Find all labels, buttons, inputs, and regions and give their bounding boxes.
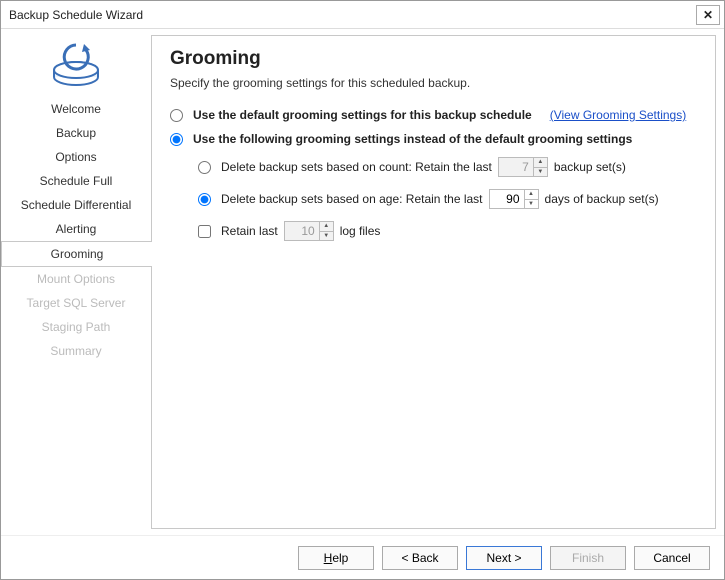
age-spinner[interactable]: ▲ ▼ <box>489 189 539 209</box>
spin-up-icon[interactable]: ▲ <box>525 190 538 200</box>
view-grooming-link[interactable]: (View Grooming Settings) <box>550 108 687 122</box>
radio-by-count[interactable] <box>198 161 211 174</box>
nav-welcome[interactable]: Welcome <box>1 97 151 121</box>
radio-use-default-label: Use the default grooming settings for th… <box>193 108 532 122</box>
wizard-window: Backup Schedule Wizard ✕ Welcome Backup … <box>0 0 725 580</box>
next-button[interactable]: Next > <box>466 546 542 570</box>
log-spin-buttons: ▲ ▼ <box>319 222 333 240</box>
nav-staging-path: Staging Path <box>1 315 151 339</box>
nav-alerting[interactable]: Alerting <box>1 217 151 241</box>
footer: Help < Back Next > Finish Cancel <box>1 535 724 579</box>
radio-use-custom[interactable] <box>170 133 183 146</box>
by-count-row: Delete backup sets based on count: Retai… <box>198 156 697 178</box>
nav-mount-options: Mount Options <box>1 267 151 291</box>
finish-button: Finish <box>550 546 626 570</box>
by-age-row: Delete backup sets based on age: Retain … <box>198 188 697 210</box>
option-custom-row: Use the following grooming settings inst… <box>170 132 697 146</box>
by-age-suffix: days of backup set(s) <box>545 192 659 206</box>
close-button[interactable]: ✕ <box>696 5 720 25</box>
log-input <box>285 222 319 240</box>
wizard-body: Welcome Backup Options Schedule Full Sch… <box>1 29 724 535</box>
age-input[interactable] <box>490 190 524 208</box>
nav-schedule-diff[interactable]: Schedule Differential <box>1 193 151 217</box>
nav-grooming[interactable]: Grooming <box>1 241 152 267</box>
radio-by-age[interactable] <box>198 193 211 206</box>
radio-use-default[interactable] <box>170 109 183 122</box>
retain-log-pre: Retain last <box>221 224 278 238</box>
cancel-button[interactable]: Cancel <box>634 546 710 570</box>
main-panel: Grooming Specify the grooming settings f… <box>151 35 716 529</box>
nav-target-sql: Target SQL Server <box>1 291 151 315</box>
back-button[interactable]: < Back <box>382 546 458 570</box>
spin-down-icon: ▼ <box>534 168 547 177</box>
nav-summary: Summary <box>1 339 151 363</box>
custom-suboptions: Delete backup sets based on count: Retai… <box>198 156 697 242</box>
log-spinner: ▲ ▼ <box>284 221 334 241</box>
spin-up-icon: ▲ <box>534 158 547 168</box>
close-icon: ✕ <box>703 8 713 22</box>
retain-log-checkbox[interactable] <box>198 225 211 238</box>
by-count-prefix: Delete backup sets based on count: Retai… <box>221 160 492 174</box>
spin-down-icon: ▼ <box>320 232 333 241</box>
count-spin-buttons: ▲ ▼ <box>533 158 547 176</box>
option-default-row: Use the default grooming settings for th… <box>170 108 697 122</box>
nav-list: Welcome Backup Options Schedule Full Sch… <box>1 97 151 363</box>
retain-log-row: Retain last ▲ ▼ log files <box>198 220 697 242</box>
spin-up-icon: ▲ <box>320 222 333 232</box>
nav-schedule-full[interactable]: Schedule Full <box>1 169 151 193</box>
by-count-suffix: backup set(s) <box>554 160 626 174</box>
retain-log-post: log files <box>340 224 381 238</box>
page-heading: Grooming <box>170 48 697 70</box>
page-subtitle: Specify the grooming settings for this s… <box>170 76 697 90</box>
spin-down-icon[interactable]: ▼ <box>525 200 538 209</box>
nav-options[interactable]: Options <box>1 145 151 169</box>
age-spin-buttons[interactable]: ▲ ▼ <box>524 190 538 208</box>
count-spinner: ▲ ▼ <box>498 157 548 177</box>
backup-box-icon <box>49 41 103 87</box>
nav-backup[interactable]: Backup <box>1 121 151 145</box>
titlebar: Backup Schedule Wizard ✕ <box>1 1 724 29</box>
radio-use-custom-label: Use the following grooming settings inst… <box>193 132 632 146</box>
window-title: Backup Schedule Wizard <box>9 8 143 22</box>
by-age-prefix: Delete backup sets based on age: Retain … <box>221 192 483 206</box>
help-button[interactable]: Help <box>298 546 374 570</box>
count-input <box>499 158 533 176</box>
sidebar: Welcome Backup Options Schedule Full Sch… <box>1 29 151 535</box>
